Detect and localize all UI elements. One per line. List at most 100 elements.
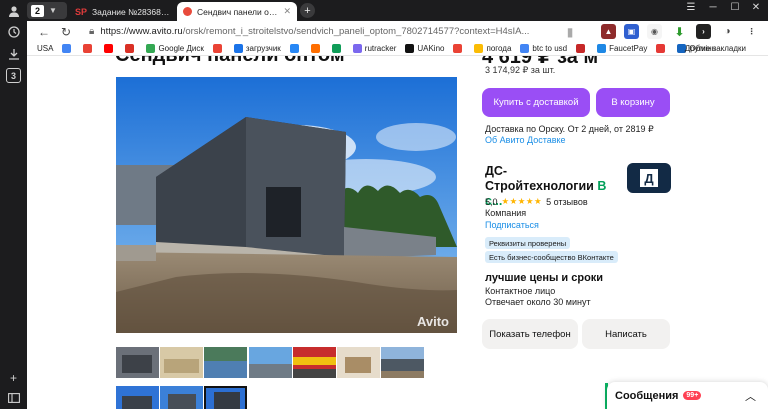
bookmark-item[interactable] [576,44,588,53]
profile-icon[interactable] [6,3,21,18]
bookmark-favicon-icon [331,44,341,53]
thumbnail[interactable] [381,347,424,378]
extension-icon[interactable]: ◉ [647,24,662,39]
write-message-button[interactable]: Написать [582,319,670,349]
bookmark-item[interactable]: погода [474,44,511,53]
main-photo[interactable]: Avito [116,77,457,333]
downloads-icon[interactable] [6,46,21,61]
bookmark-item[interactable]: FaucetPay [597,44,647,53]
seller-logo[interactable]: Д [627,163,671,193]
vk-community-badge: Есть бизнес-сообщество ВКонтакте [485,251,618,263]
messages-widget[interactable]: Сообщения 99+ ︿ [607,382,768,409]
bookmark-item[interactable] [453,44,465,53]
address-bar[interactable]: 🔒︎ https://www.avito.ru/orsk/remont_i_st… [89,22,589,41]
bookmark-item[interactable] [125,44,137,53]
close-tab-icon[interactable]: ✕ [283,6,291,17]
thumbnail[interactable] [337,347,380,378]
bookmark-favicon-icon [597,44,607,53]
download-extension-icon[interactable]: ⬇ [672,24,687,39]
bookmarks-bar: USA Google Диск загрузчик rutracker UAKino по… [27,42,768,56]
bookmark-favicon-icon [310,44,320,53]
bookmark-item[interactable]: UAKino [405,44,444,53]
seller-logo-letter: Д [640,169,658,187]
more-icon[interactable]: ⋮ [744,24,759,39]
bookmark-item[interactable]: rutracker [352,44,397,53]
bookmark-item[interactable]: Google Диск [146,44,204,53]
bookmark-favicon-icon [576,44,586,53]
bookmark-item[interactable] [331,44,344,53]
tab-avito[interactable]: Сендвич панели оптом ✕ [177,2,297,21]
buy-with-delivery-button[interactable]: Купить с доставкой [482,88,590,117]
bookmark-favicon-icon [146,44,156,53]
messages-count-badge: 99+ [683,391,702,400]
subscribe-link[interactable]: Подписаться [485,220,539,230]
tab-count: 2 [31,4,44,17]
bookmark-icon[interactable]: ▮ [559,25,581,39]
thumbnail[interactable] [116,386,159,409]
bookmark-label: Google Диск [158,44,204,53]
bookmark-item[interactable]: btc to usd [520,44,567,53]
thumbnail[interactable] [293,347,336,378]
thumbnail-selected[interactable] [204,386,247,409]
maximize-icon[interactable]: ☐ [726,2,744,13]
workspace-3-icon[interactable]: 3 [6,68,21,83]
bookmark-favicon-icon [289,44,299,53]
bookmark-label: rutracker [364,44,397,53]
price-per-unit: 3 174,92 ₽ за шт. [485,65,556,75]
bookmark-favicon-icon [656,44,666,53]
bookmark-item[interactable] [289,44,302,53]
browser-toolbar: ← ↻ 🔒︎ https://www.avito.ru/orsk/remont_… [27,21,768,42]
bookmark-favicon-icon [125,44,135,53]
new-tab-button[interactable]: + [300,3,315,18]
extension-icon[interactable]: ▣ [624,24,639,39]
avito-favicon-icon [183,7,192,16]
seller-rating[interactable]: 5,0 ★★★★★ 5 отзывов [485,196,588,207]
back-icon[interactable]: ← [33,25,55,39]
tab-title: Задание №2836841 - про [92,6,170,17]
url-text[interactable]: https://www.avito.ru/orsk/remont_i_stroi… [100,26,530,37]
bookmark-favicon-icon [352,44,362,53]
tab-task[interactable]: SP Задание №2836841 - про [69,2,176,21]
bookmark-label: FaucetPay [609,44,648,53]
bookmark-label: USA [37,44,54,53]
bookmark-item[interactable] [212,44,225,53]
contact-person: Контактное лицо [485,286,556,296]
bookmark-favicon-icon [83,44,93,53]
delivery-link[interactable]: Об Авито Доставке [485,135,566,145]
extension-icon[interactable]: ▲ [601,24,616,39]
other-bookmarks[interactable]: Другие закладки [685,44,746,53]
thumbnail[interactable] [204,347,247,378]
thumbnail[interactable] [160,386,203,409]
chevron-up-icon[interactable]: ︿ [745,388,756,404]
bookmark-item[interactable]: загрузчик [233,44,281,53]
reply-time: Отвечает около 30 минут [485,297,591,307]
bookmark-item[interactable] [104,44,116,53]
bookmark-favicon-icon [453,44,463,53]
add-panel-icon[interactable]: + [6,370,21,385]
bookmark-item[interactable] [656,44,668,53]
menu-icon[interactable]: ☰ [682,2,700,13]
bookmark-label: btc to usd [532,44,568,53]
minimize-icon[interactable]: ─ [704,2,722,13]
close-window-icon[interactable]: ✕ [747,2,765,13]
thumbnail[interactable] [160,347,203,378]
extension-icon[interactable]: › [696,24,711,39]
bookmark-item[interactable] [62,44,74,53]
delivery-info: Доставка по Орску. От 2 дней, от 2819 ₽ [485,124,654,134]
sidebar-toggle-icon[interactable] [6,390,21,405]
thumbnail[interactable] [116,347,159,378]
tab-counter-button[interactable]: 2 ▼ [27,2,67,19]
lock-icon: 🔒︎ [89,26,95,37]
bookmark-item[interactable] [310,44,323,53]
seller-tagline: лучшие цены и сроки [485,272,604,284]
thumbnail[interactable] [249,347,292,378]
bookmark-item[interactable]: USA [37,44,53,53]
bookmark-item[interactable] [83,44,95,53]
extension-icon[interactable]: ◑ [720,24,735,39]
history-icon[interactable] [6,24,21,39]
add-to-cart-button[interactable]: В корзину [596,88,670,117]
show-phone-button[interactable]: Показать телефон [482,319,578,349]
bookmark-favicon-icon [520,44,530,53]
reload-icon[interactable]: ↻ [55,25,77,39]
seller-type: Компания [485,208,527,218]
